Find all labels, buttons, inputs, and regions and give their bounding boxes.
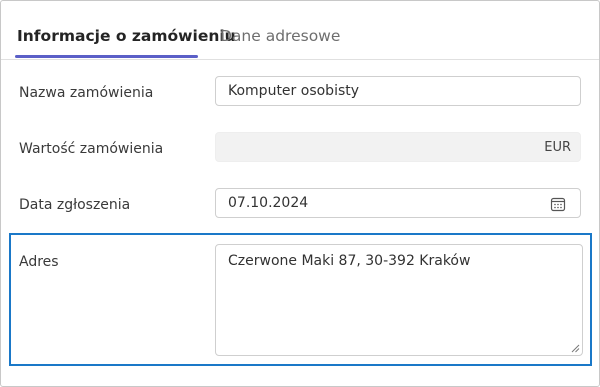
order-value-input: EUR bbox=[215, 132, 581, 162]
order-value-label: Wartość zamówienia bbox=[19, 141, 164, 157]
address-label: Adres bbox=[19, 254, 59, 270]
calendar-icon[interactable] bbox=[550, 196, 566, 212]
tab-address-data[interactable]: Dane adresowe bbox=[220, 26, 340, 46]
report-date-label: Data zgłoszenia bbox=[19, 197, 131, 213]
tab-bar: Informacje o zamówieniu Dane adresowe bbox=[1, 1, 599, 60]
address-textarea[interactable]: Czerwone Maki 87, 30-392 Kraków bbox=[215, 244, 583, 356]
active-tab-indicator bbox=[15, 55, 198, 58]
order-name-input[interactable]: Komputer osobisty bbox=[215, 76, 581, 106]
currency-label: EUR bbox=[544, 140, 571, 155]
report-date-input[interactable]: 07.10.2024 bbox=[215, 188, 581, 218]
order-form-panel: Informacje o zamówieniu Dane adresowe Na… bbox=[0, 0, 600, 387]
order-name-value: Komputer osobisty bbox=[228, 83, 360, 99]
resize-handle-icon[interactable] bbox=[571, 344, 580, 353]
report-date-value: 07.10.2024 bbox=[228, 195, 309, 211]
address-value: Czerwone Maki 87, 30-392 Kraków bbox=[228, 253, 471, 269]
order-name-label: Nazwa zamówienia bbox=[19, 85, 154, 101]
tab-order-info[interactable]: Informacje o zamówieniu bbox=[17, 26, 236, 46]
